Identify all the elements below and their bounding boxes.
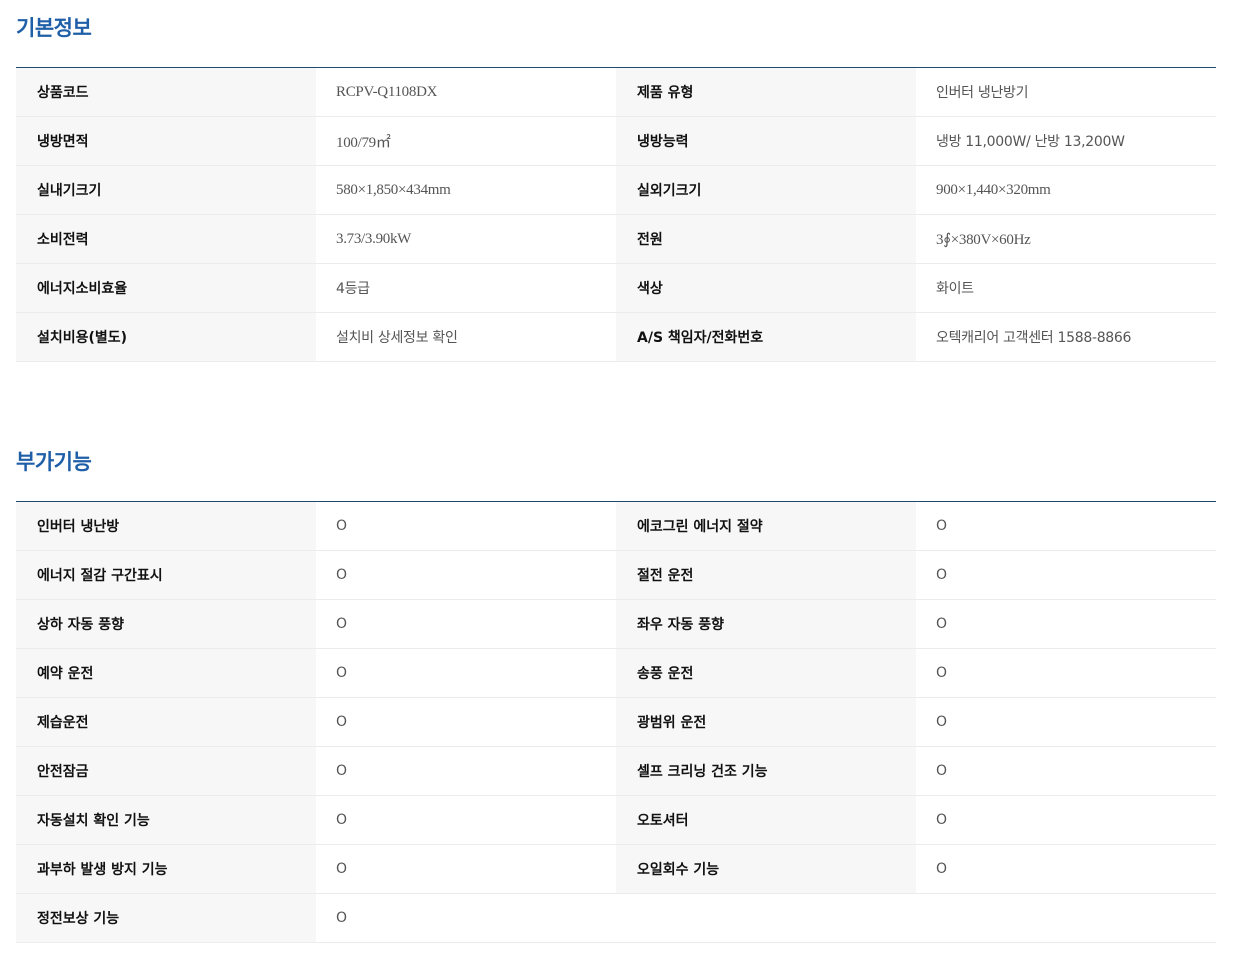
spec-label: 소비전력 [16, 214, 316, 264]
spec-label: 전원 [616, 214, 916, 264]
feature-mark: O [316, 746, 616, 796]
spec-label: 상품코드 [16, 67, 316, 117]
spec-value: RCPV-Q1108DX [316, 67, 616, 117]
spec-label: A/S 책임자/전화번호 [616, 312, 916, 362]
table-row: 안전잠금 O 셀프 크리닝 건조 기능 O [16, 746, 1216, 796]
spec-label: 인버터 냉난방 [16, 501, 316, 551]
table-row: 냉방면적 100/79㎡ 냉방능력 냉방 11,000W/ 난방 13,200W [16, 116, 1216, 166]
extra-features-table: 인버터 냉난방 O 에코그린 에너지 절약 O 에너지 절감 구간표시 O 절전 운전 O 상하… [16, 501, 1216, 943]
spec-label: 색상 [616, 263, 916, 313]
feature-mark: O [916, 550, 1216, 600]
table-row: 에너지소비효율 4등급 색상 화이트 [16, 263, 1216, 313]
spec-label: 냉방면적 [16, 116, 316, 166]
product-spec-page: 기본정보 상품코드 RCPV-Q1108DX 제품 유형 인버터 냉난방기 냉방면적 10… [0, 0, 1256, 964]
table-row: 상하 자동 풍향 O 좌우 자동 풍향 O [16, 599, 1216, 649]
spec-label: 냉방능력 [616, 116, 916, 166]
spec-label: 제품 유형 [616, 67, 916, 117]
spec-label: 정전보상 기능 [16, 893, 316, 943]
empty-cell [916, 893, 1216, 943]
spec-label: 안전잠금 [16, 746, 316, 796]
feature-mark: O [916, 648, 1216, 698]
table-row: 설치비용(별도) 설치비 상세정보 확인 A/S 책임자/전화번호 오텍캐리어 고객센… [16, 312, 1216, 362]
table-row: 소비전력 3.73/3.90kW 전원 3∮×380V×60Hz [16, 214, 1216, 264]
feature-mark: O [916, 746, 1216, 796]
feature-mark: O [316, 844, 616, 894]
feature-mark: O [316, 795, 616, 845]
feature-mark: O [916, 697, 1216, 747]
spec-label: 상하 자동 풍향 [16, 599, 316, 649]
spec-label: 설치비용(별도) [16, 312, 316, 362]
table-row: 예약 운전 O 송풍 운전 O [16, 648, 1216, 698]
spec-label: 절전 운전 [616, 550, 916, 600]
spec-value: 냉방 11,000W/ 난방 13,200W [916, 116, 1216, 166]
feature-mark: O [916, 501, 1216, 551]
spec-value: 100/79㎡ [316, 116, 616, 166]
spec-value: 4등급 [316, 263, 616, 313]
feature-mark: O [316, 893, 616, 943]
spec-value: 3∮×380V×60Hz [916, 214, 1216, 264]
feature-mark: O [916, 795, 1216, 845]
feature-mark: O [316, 599, 616, 649]
spec-label: 에너지소비효율 [16, 263, 316, 313]
basic-info-title: 기본정보 [16, 16, 92, 40]
table-row: 에너지 절감 구간표시 O 절전 운전 O [16, 550, 1216, 600]
table-row: 실내기크기 580×1,850×434mm 실외기크기 900×1,440×320mm [16, 165, 1216, 215]
empty-cell [616, 893, 916, 943]
spec-value: 화이트 [916, 263, 1216, 313]
extra-features-title: 부가기능 [16, 450, 92, 474]
table-row: 과부하 발생 방지 기능 O 오일회수 기능 O [16, 844, 1216, 894]
spec-label: 과부하 발생 방지 기능 [16, 844, 316, 894]
spec-label: 광범위 운전 [616, 697, 916, 747]
table-row: 정전보상 기능 O [16, 893, 1216, 943]
spec-label: 예약 운전 [16, 648, 316, 698]
table-row: 상품코드 RCPV-Q1108DX 제품 유형 인버터 냉난방기 [16, 67, 1216, 117]
spec-label: 실내기크기 [16, 165, 316, 215]
spec-label: 오일회수 기능 [616, 844, 916, 894]
basic-info-table: 상품코드 RCPV-Q1108DX 제품 유형 인버터 냉난방기 냉방면적 100/79㎡… [16, 67, 1216, 362]
feature-mark: O [916, 844, 1216, 894]
spec-label: 자동설치 확인 기능 [16, 795, 316, 845]
spec-label: 셀프 크리닝 건조 기능 [616, 746, 916, 796]
spec-label: 송풍 운전 [616, 648, 916, 698]
table-row: 자동설치 확인 기능 O 오토셔터 O [16, 795, 1216, 845]
table-row: 제습운전 O 광범위 운전 O [16, 697, 1216, 747]
feature-mark: O [316, 697, 616, 747]
spec-value: 오텍캐리어 고객센터 1588-8866 [916, 312, 1216, 362]
spec-label: 오토셔터 [616, 795, 916, 845]
spec-value: 인버터 냉난방기 [916, 67, 1216, 117]
feature-mark: O [316, 501, 616, 551]
feature-mark: O [316, 648, 616, 698]
table-row: 인버터 냉난방 O 에코그린 에너지 절약 O [16, 501, 1216, 551]
spec-label: 실외기크기 [616, 165, 916, 215]
feature-mark: O [916, 599, 1216, 649]
spec-value: 580×1,850×434mm [316, 165, 616, 215]
spec-label: 좌우 자동 풍향 [616, 599, 916, 649]
spec-label: 에코그린 에너지 절약 [616, 501, 916, 551]
spec-label: 제습운전 [16, 697, 316, 747]
spec-value: 설치비 상세정보 확인 [316, 312, 616, 362]
spec-label: 에너지 절감 구간표시 [16, 550, 316, 600]
spec-value: 3.73/3.90kW [316, 214, 616, 264]
spec-value: 900×1,440×320mm [916, 165, 1216, 215]
feature-mark: O [316, 550, 616, 600]
